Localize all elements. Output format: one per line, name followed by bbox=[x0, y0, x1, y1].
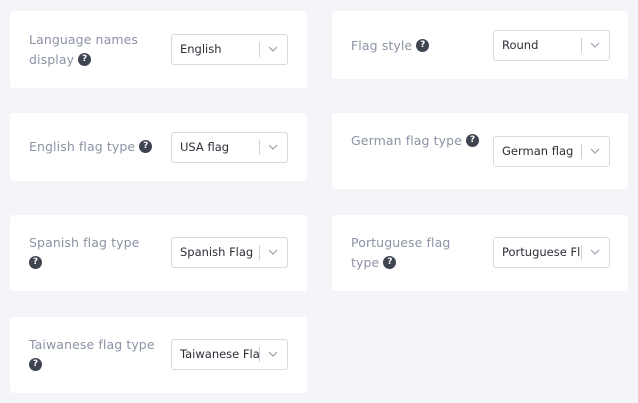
select-value: USA flag bbox=[180, 140, 230, 154]
setting-label: Language names display ? bbox=[29, 30, 149, 70]
setting-label: Spanish flag type ? bbox=[29, 233, 147, 273]
chevron-down-icon[interactable] bbox=[267, 247, 279, 257]
chevron-down-icon[interactable] bbox=[267, 349, 279, 359]
select-separator bbox=[581, 144, 582, 159]
select-value: English bbox=[180, 42, 222, 56]
help-icon[interactable]: ? bbox=[383, 256, 397, 269]
portuguese-flag-type-select[interactable]: Portuguese Fl... bbox=[493, 237, 610, 268]
select-separator bbox=[581, 38, 582, 53]
flag-style-select[interactable]: Round bbox=[493, 30, 610, 61]
chevron-down-icon[interactable] bbox=[267, 44, 279, 54]
setting-card-german-flag-type: German flag type ? German flag bbox=[332, 113, 628, 189]
setting-label: German flag type ? bbox=[351, 131, 481, 151]
chevron-down-icon[interactable] bbox=[589, 247, 601, 257]
setting-label-text: Taiwanese flag type bbox=[29, 337, 155, 352]
select-separator bbox=[259, 42, 260, 57]
german-flag-type-select[interactable]: German flag bbox=[493, 136, 610, 167]
chevron-down-icon[interactable] bbox=[589, 146, 601, 156]
select-separator bbox=[581, 245, 582, 260]
chevron-down-icon[interactable] bbox=[267, 142, 279, 152]
setting-label-text: English flag type bbox=[29, 139, 136, 154]
setting-label-text: Portuguese flag type bbox=[351, 235, 451, 270]
select-value: German flag bbox=[502, 144, 574, 158]
help-icon[interactable]: ? bbox=[29, 358, 42, 371]
help-icon[interactable]: ? bbox=[139, 140, 153, 153]
setting-card-language-names-display: Language names display ? English bbox=[10, 11, 307, 88]
select-separator bbox=[259, 245, 260, 260]
select-value: Portuguese Fl... bbox=[502, 245, 582, 259]
setting-card-english-flag-type: English flag type ? USA flag bbox=[10, 113, 307, 181]
setting-card-portuguese-flag-type: Portuguese flag type ? Portuguese Fl... bbox=[332, 215, 628, 291]
spanish-flag-type-select[interactable]: Spanish Flag bbox=[171, 237, 288, 268]
select-separator bbox=[259, 140, 260, 155]
select-value: Taiwanese Flag bbox=[180, 347, 260, 361]
help-icon[interactable]: ? bbox=[416, 39, 430, 52]
help-icon[interactable]: ? bbox=[466, 134, 480, 147]
help-icon[interactable]: ? bbox=[78, 53, 92, 66]
setting-label-text: Flag style bbox=[351, 38, 413, 53]
help-icon[interactable]: ? bbox=[29, 256, 42, 269]
setting-card-flag-style: Flag style ? Round bbox=[332, 11, 628, 79]
select-value: Spanish Flag bbox=[180, 245, 254, 259]
select-separator bbox=[259, 347, 260, 362]
taiwanese-flag-type-select[interactable]: Taiwanese Flag bbox=[171, 339, 288, 370]
setting-label-text: German flag type bbox=[351, 133, 462, 148]
setting-card-spanish-flag-type: Spanish flag type ? Spanish Flag bbox=[10, 215, 307, 291]
chevron-down-icon[interactable] bbox=[589, 40, 601, 50]
setting-label: Flag style ? bbox=[351, 36, 481, 56]
setting-label: Taiwanese flag type ? bbox=[29, 335, 159, 375]
english-flag-type-select[interactable]: USA flag bbox=[171, 132, 288, 163]
setting-label-text: Spanish flag type bbox=[29, 235, 140, 250]
setting-card-taiwanese-flag-type: Taiwanese flag type ? Taiwanese Flag bbox=[10, 317, 307, 393]
select-value: Round bbox=[502, 38, 539, 52]
setting-label: English flag type ? bbox=[29, 137, 169, 157]
language-names-display-select[interactable]: English bbox=[171, 34, 288, 65]
setting-label: Portuguese flag type ? bbox=[351, 233, 461, 273]
